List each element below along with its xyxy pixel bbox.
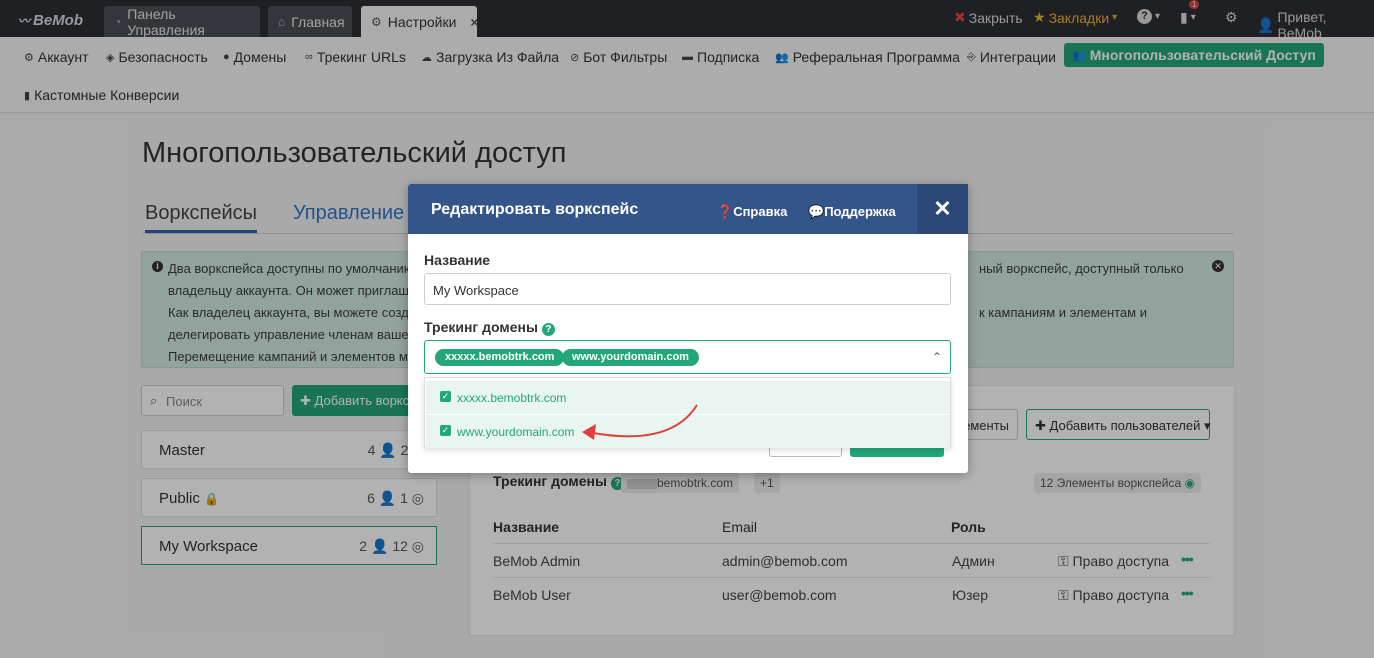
annotation-arrow — [582, 404, 698, 440]
